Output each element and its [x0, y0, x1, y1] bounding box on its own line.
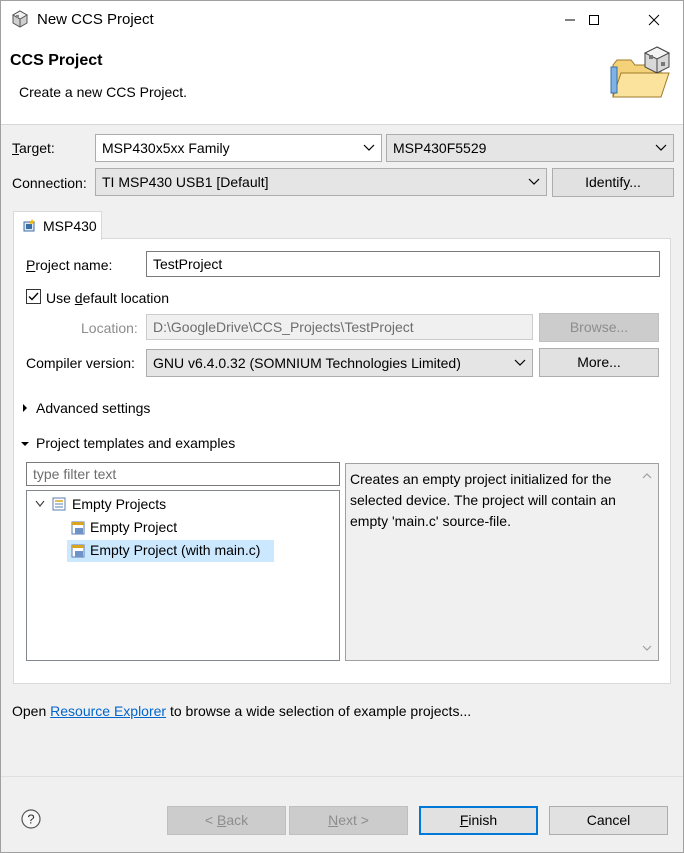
next-button[interactable]: Next >: [289, 806, 408, 835]
svg-text:?: ?: [27, 812, 34, 827]
tab-label: MSP430: [43, 218, 97, 234]
finish-button[interactable]: Finish: [419, 806, 538, 835]
page-title: CCS Project: [10, 52, 103, 69]
chevron-down-icon: [528, 178, 540, 185]
close-button[interactable]: [631, 1, 677, 39]
project-group-icon: [52, 497, 66, 511]
more-button[interactable]: More...: [539, 348, 659, 377]
checkmark-icon: [28, 292, 39, 301]
tree-item-empty-project[interactable]: Empty Project: [67, 517, 192, 539]
triangle-right-icon: [23, 404, 27, 412]
resource-explorer-link[interactable]: Resource Explorer: [50, 703, 166, 719]
target-family-select[interactable]: MSP430x5xx Family: [95, 134, 382, 162]
title-bar[interactable]: New CCS Project: [1, 1, 683, 39]
hint-text-after: to browse a wide selection of example pr…: [166, 703, 472, 719]
default-location-label: Use default location: [46, 290, 169, 306]
location-input[interactable]: D:\GoogleDrive\CCS_Projects\TestProject: [146, 314, 533, 340]
project-template-icon: [71, 521, 85, 535]
location-label: Location:: [81, 320, 138, 336]
page-description: Create a new CCS Project.: [19, 84, 188, 100]
advanced-settings-label: Advanced settings: [36, 400, 151, 416]
chevron-down-icon: [514, 359, 526, 366]
project-template-icon: [71, 544, 85, 558]
window-title: New CCS Project: [37, 11, 154, 28]
folder-cube-icon: [610, 46, 671, 98]
dialog-window: New CCS Project CCS Project Create a new…: [0, 0, 684, 853]
close-icon: [648, 14, 660, 26]
template-filter-input[interactable]: type filter text: [26, 462, 340, 486]
default-location-checkbox[interactable]: [26, 289, 41, 304]
target-family-value: MSP430x5xx Family: [102, 140, 230, 156]
target-device-value: MSP430F5529: [393, 140, 487, 156]
tree-item-label: Empty Project: [90, 519, 178, 535]
triangle-down-icon: [21, 442, 29, 446]
tree-item-empty-projects[interactable]: Empty Projects: [31, 494, 331, 516]
connection-value: TI MSP430 USB1 [Default]: [102, 174, 269, 190]
templates-toggle[interactable]: Project templates and examples: [21, 435, 281, 455]
resource-explorer-hint: Open Resource Explorer to browse a wide …: [12, 703, 471, 719]
tree-item-label: Empty Projects: [72, 496, 167, 512]
maximize-icon: [589, 15, 599, 25]
tree-item-empty-project-with-main[interactable]: Empty Project (with main.c): [67, 540, 274, 562]
tree-item-label: Empty Project (with main.c): [90, 542, 261, 558]
chevron-down-icon: [35, 500, 45, 507]
separator: [1, 776, 683, 777]
chevron-down-icon: [363, 144, 375, 151]
template-description: Creates an empty project initialized for…: [345, 463, 659, 661]
template-description-text: Creates an empty project initialized for…: [350, 471, 616, 529]
templates-label: Project templates and examples: [36, 435, 236, 451]
maximize-button[interactable]: [571, 1, 617, 39]
compiler-version-value: GNU v6.4.0.32 (SOMNIUM Technologies Limi…: [153, 355, 461, 371]
back-button[interactable]: < Back: [167, 806, 286, 835]
hint-text-before: Open: [12, 703, 51, 719]
wizard-banner: CCS Project Create a new CCS Project.: [1, 39, 683, 125]
scroll-down-icon[interactable]: [642, 644, 652, 652]
compiler-version-select[interactable]: GNU v6.4.0.32 (SOMNIUM Technologies Limi…: [146, 349, 533, 377]
cancel-button[interactable]: Cancel: [549, 806, 668, 835]
chevron-down-icon: [655, 144, 667, 151]
advanced-settings-toggle[interactable]: Advanced settings: [21, 400, 221, 420]
target-device-select[interactable]: MSP430F5529: [386, 134, 674, 162]
project-name-label: Project name:: [26, 257, 113, 273]
project-name-input[interactable]: TestProject: [146, 251, 660, 277]
identify-button[interactable]: Identify...: [552, 168, 674, 197]
chip-icon: [23, 219, 35, 232]
template-tree[interactable]: Empty Projects Empty Project Empty Proje…: [26, 490, 340, 661]
connection-select[interactable]: TI MSP430 USB1 [Default]: [95, 168, 547, 196]
help-icon[interactable]: ?: [21, 809, 41, 829]
scroll-up-icon[interactable]: [642, 472, 652, 480]
compiler-version-label: Compiler version:: [26, 355, 135, 371]
ccs-cube-icon: [11, 10, 29, 28]
target-label: Target:: [12, 140, 55, 156]
browse-button[interactable]: Browse...: [539, 313, 659, 342]
connection-label: Connection:: [12, 175, 87, 191]
tab-msp430[interactable]: MSP430: [13, 211, 102, 240]
